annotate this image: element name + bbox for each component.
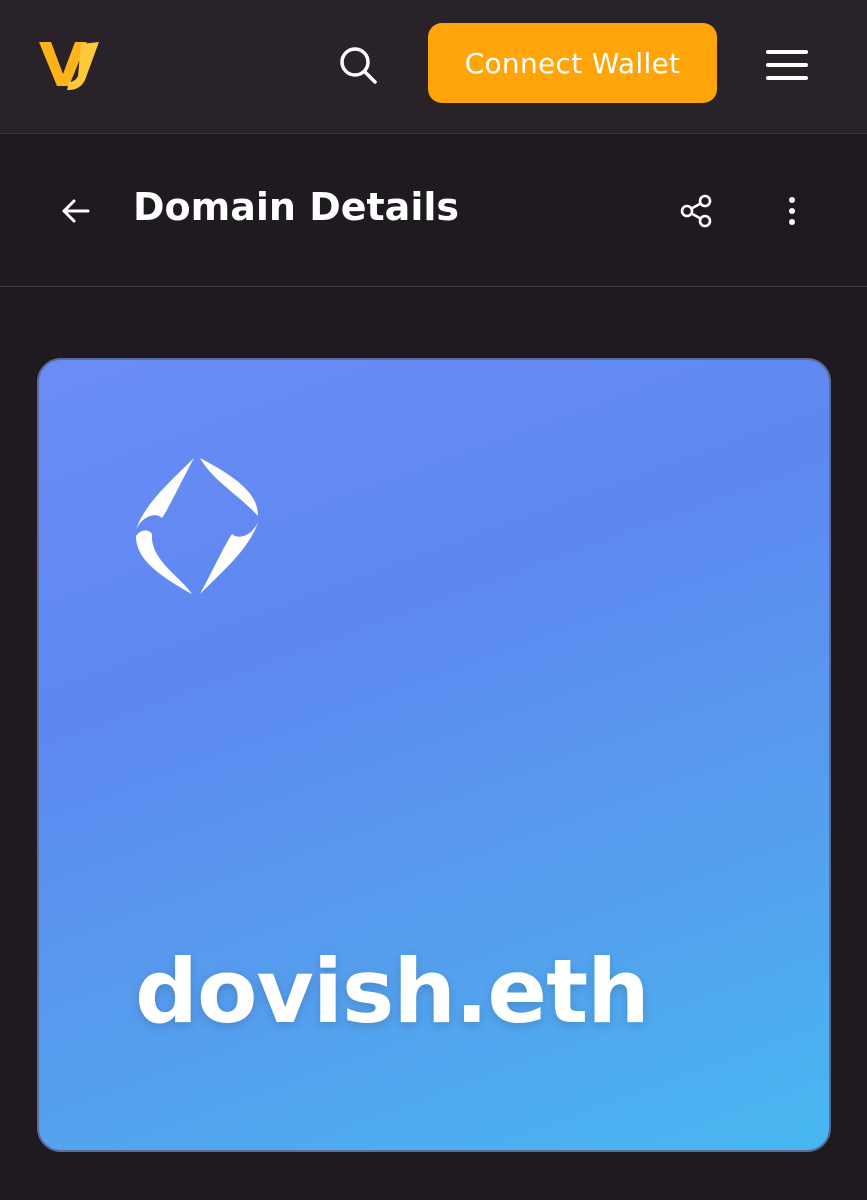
- page-header: Domain Details: [0, 135, 867, 287]
- more-vertical-icon: [789, 197, 795, 225]
- connect-wallet-button[interactable]: Connect Wallet: [428, 23, 717, 103]
- hamburger-menu-icon: [766, 50, 808, 80]
- menu-button[interactable]: [763, 43, 811, 87]
- back-button[interactable]: [52, 187, 100, 235]
- share-button[interactable]: [672, 187, 720, 235]
- domain-name: dovish.eth: [135, 940, 650, 1043]
- arrow-left-icon: [62, 199, 90, 223]
- search-button[interactable]: [334, 41, 382, 89]
- page-title: Domain Details: [133, 185, 459, 229]
- search-icon: [340, 47, 377, 84]
- vj-logo-icon[interactable]: [37, 36, 105, 92]
- domain-card: dovish.eth: [37, 358, 831, 1152]
- more-options-button[interactable]: [768, 187, 816, 235]
- share-icon: [680, 194, 712, 228]
- top-nav-bar: Connect Wallet: [0, 0, 867, 134]
- ens-logo-icon: [132, 456, 262, 596]
